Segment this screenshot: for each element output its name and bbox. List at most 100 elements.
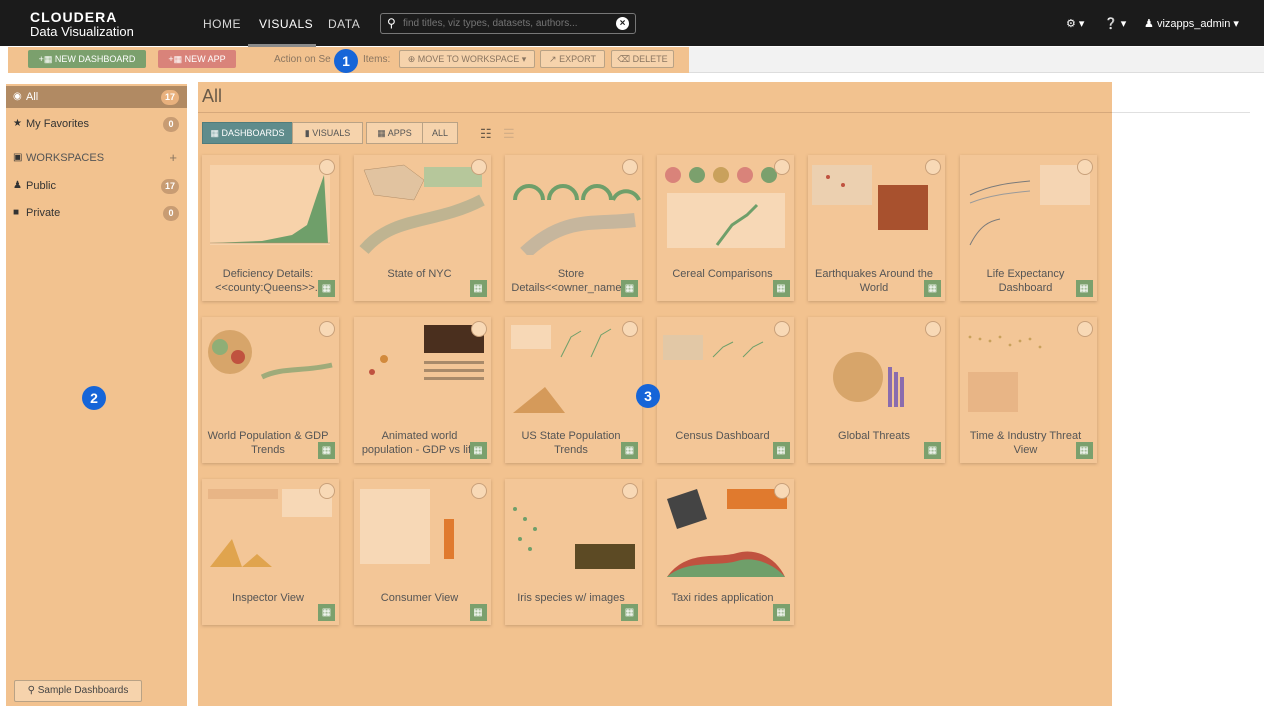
select-checkbox[interactable]	[470, 159, 487, 175]
bar-chart-icon: ▮	[304, 128, 310, 138]
dashboard-card[interactable]: Consumer View ▦	[353, 479, 491, 625]
dashboard-thumbnail	[354, 479, 491, 579]
count-badge: 17	[160, 179, 179, 194]
tab-dashboards[interactable]: ▦ DASHBOARDS	[202, 122, 293, 144]
tab-apps[interactable]: ▦ APPS	[366, 122, 423, 144]
select-checkbox[interactable]	[319, 159, 335, 175]
dashboard-title: Iris species w/ images	[517, 592, 625, 604]
dashboard-icon: ▦	[210, 128, 219, 138]
settings-menu[interactable]: ⚙ ▾	[1066, 17, 1084, 30]
select-checkbox[interactable]	[773, 483, 790, 499]
count-badge: 0	[163, 117, 179, 132]
dashboard-card[interactable]: Deficiency Details: <<county:Queens>>.. ▦	[202, 155, 339, 301]
dashboard-thumbnail	[202, 317, 339, 417]
new-app-button[interactable]: +▦ NEW APP	[158, 50, 236, 68]
tab-all[interactable]: ALL	[422, 122, 458, 144]
star-icon: ★	[13, 118, 22, 129]
select-checkbox[interactable]	[622, 483, 638, 499]
dashboard-icon: ▦	[621, 604, 638, 621]
select-checkbox[interactable]	[1076, 159, 1093, 175]
help-menu[interactable]: ❔ ▾	[1104, 17, 1126, 30]
dashboard-icon: ▦	[621, 280, 638, 297]
new-dashboard-button[interactable]: +▦ NEW DASHBOARD	[28, 50, 146, 68]
select-checkbox[interactable]	[925, 159, 941, 175]
workspaces-icon: ▣	[13, 152, 23, 163]
app-icon: ▦	[377, 128, 386, 138]
grid-view-icon[interactable]: ☷	[480, 126, 492, 142]
select-checkbox[interactable]	[1076, 321, 1093, 337]
select-checkbox[interactable]	[773, 321, 790, 337]
user-icon: ♟	[1144, 18, 1154, 30]
product-name: Data Visualization	[30, 23, 134, 39]
dashboard-card[interactable]: US State Population Trends ▦	[505, 317, 642, 463]
dashboard-thumbnail	[657, 479, 794, 579]
move-to-workspace-button[interactable]: ⊕ MOVE TO WORKSPACE ▾	[399, 50, 535, 68]
dashboard-icon: ▦	[924, 442, 941, 459]
username: vizapps_admin	[1156, 18, 1231, 30]
dashboard-thumbnail	[657, 317, 794, 417]
dashboard-card[interactable]: Census Dashboard ▦	[656, 317, 794, 463]
dashboard-icon: ▦	[43, 54, 53, 64]
dashboard-icon: ▦	[772, 442, 790, 459]
dashboard-card[interactable]: World Population & GDP Trends ▦	[202, 317, 339, 463]
select-checkbox[interactable]	[925, 321, 941, 337]
dashboard-card[interactable]: Iris species w/ images ▦	[505, 479, 642, 625]
select-checkbox[interactable]	[319, 483, 335, 499]
dashboard-card[interactable]: Animated world population - GDP vs life ▦	[353, 317, 491, 463]
dashboard-title: Taxi rides application	[671, 592, 774, 604]
tab-visuals[interactable]: ▮ VISUALS	[292, 122, 363, 144]
select-checkbox[interactable]	[470, 321, 487, 337]
user-menu[interactable]: ♟ vizapps_admin ▾	[1144, 17, 1239, 30]
select-checkbox[interactable]	[622, 159, 638, 175]
sidebar-item-favorites[interactable]: ★ My Favorites 0	[6, 113, 187, 135]
sidebar-item-public[interactable]: ♟ Public 17	[6, 175, 187, 197]
dashboard-title: Deficiency Details: <<county:Queens>>..	[215, 268, 321, 294]
move-label: MOVE TO WORKSPACE	[417, 54, 520, 64]
app-logo[interactable]: CLOUDERA Data Visualization	[30, 10, 134, 38]
callout-2: 2	[82, 386, 106, 410]
sidebar-item-all[interactable]: ◉ All 17	[6, 86, 187, 108]
list-view-icon[interactable]: ☰	[503, 126, 515, 142]
dashboard-thumbnail	[808, 155, 945, 255]
page-title: All	[202, 86, 223, 106]
nav-data[interactable]: DATA	[328, 17, 360, 31]
dashboard-card[interactable]: Cereal Comparisons ▦	[656, 155, 794, 301]
dashboard-icon: ▦	[318, 604, 335, 621]
dashboard-title: Time & Industry Threat View	[969, 430, 1082, 456]
dashboard-card[interactable]: Time & Industry Threat View ▦	[959, 317, 1097, 463]
dashboard-card[interactable]: State of NYC ▦	[353, 155, 491, 301]
select-checkbox[interactable]	[773, 159, 790, 175]
dashboard-icon: ▦	[772, 280, 790, 297]
dashboard-thumbnail	[657, 155, 794, 255]
sample-dashboards-button[interactable]: ⚲ Sample Dashboards	[14, 680, 142, 702]
sidebar-item-private[interactable]: ■ Private 0	[6, 202, 187, 224]
sidebar-section-label: WORKSPACES	[26, 152, 105, 164]
dashboard-icon: ▦	[318, 280, 335, 297]
select-checkbox[interactable]	[319, 321, 335, 337]
dashboard-card[interactable]: Inspector View ▦	[202, 479, 339, 625]
select-checkbox[interactable]	[622, 321, 638, 337]
dashboard-thumbnail	[202, 479, 339, 579]
callout-3: 3	[636, 384, 660, 408]
add-workspace-icon[interactable]: +	[169, 150, 177, 165]
dashboard-card[interactable]: Global Threats ▦	[808, 317, 945, 463]
clear-search-icon[interactable]: ×	[616, 17, 629, 30]
search-input[interactable]	[403, 15, 603, 32]
dashboard-card[interactable]: Taxi rides application ▦	[656, 479, 794, 625]
move-icon: ⊕	[407, 54, 416, 64]
tab-label: VISUALS	[312, 128, 351, 138]
dashboard-card[interactable]: Earthquakes Around the World ▦	[808, 155, 945, 301]
delete-button[interactable]: ⌫ DELETE	[611, 50, 674, 68]
nav-visuals[interactable]: VISUALS	[259, 17, 313, 31]
sidebar-section-workspaces: ▣ WORKSPACES +	[6, 147, 187, 169]
dashboard-card[interactable]: Life Expectancy Dashboard ▦	[959, 155, 1097, 301]
export-button[interactable]: ↗ EXPORT	[540, 50, 605, 68]
dashboard-icon: ▦	[1075, 280, 1093, 297]
new-app-label: NEW APP	[184, 54, 226, 64]
dashboard-title: Consumer View	[380, 592, 459, 604]
nav-home[interactable]: HOME	[203, 17, 241, 31]
select-checkbox[interactable]	[470, 483, 487, 499]
dashboard-card[interactable]: Store Details<<owner_name:.. ▦	[505, 155, 642, 301]
dashboard-icon: ▦	[469, 280, 487, 297]
dashboard-thumbnail	[505, 155, 642, 255]
